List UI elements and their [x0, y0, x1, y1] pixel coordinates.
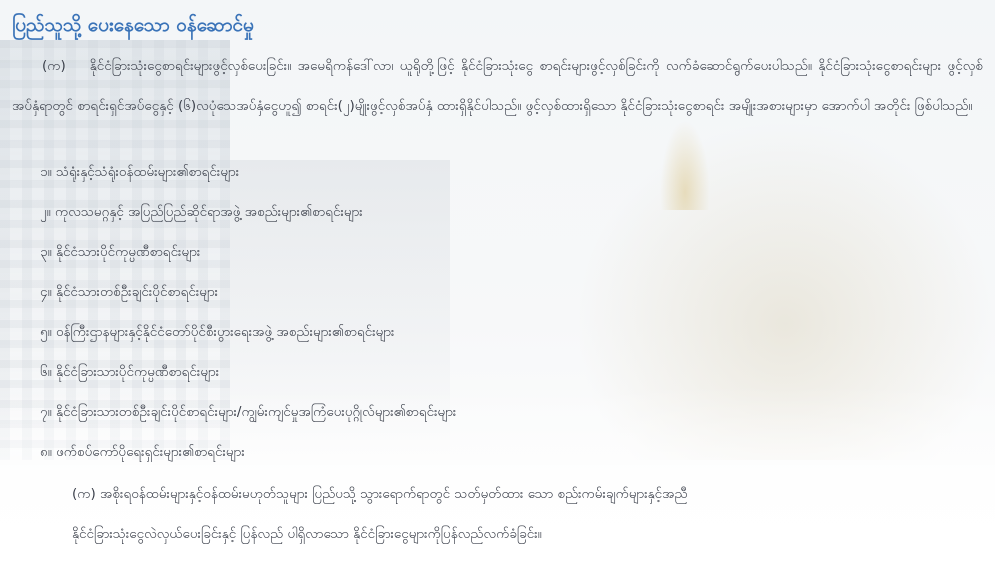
- sub-paragraph-line: နိုင်ငံခြားသုံးငွေလဲလှယ်ပေးခြင်းနှင့် ပြ…: [72, 526, 542, 542]
- list-item: ၁။ သံရုံးနှင့်သံရုံးဝန်ထမ်းများ၏စာရင်းမျ…: [40, 164, 240, 180]
- sub-paragraph: (က) အစိုးရဝန်ထမ်းများနှင့်ဝန်ထမ်းမဟုတ်သူ…: [72, 474, 983, 554]
- list-item: ၄။ နိုင်ငံသားတစ်ဦးချင်းပိုင်စာရင်းများ: [40, 284, 219, 300]
- intro-paragraph: (က) နိုင်ငံခြားသုံးငွေစာရင်းများဖွင့်လှစ်…: [12, 46, 983, 126]
- main-content: ပြည်သူသို့ ပေးနေသော ဝန်ဆောင်မှု (က) နိုင်…: [0, 0, 995, 554]
- list-item: ၃။ နိုင်ငံသားပိုင်ကုမ္ပဏီစာရင်းများ: [40, 244, 201, 260]
- list-item: ၆။ နိုင်ငံခြားသားပိုင်ကုမ္ပဏီစာရင်းများ: [40, 364, 220, 380]
- sub-paragraph-line: (က) အစိုးရဝန်ထမ်းများနှင့်ဝန်ထမ်းမဟုတ်သူ…: [72, 486, 688, 502]
- list-item: ၅။ ဝန်ကြီးဌာနများနှင့်နိုင်ငံတော်ပိုင်စီ…: [40, 324, 395, 340]
- page-title: ပြည်သူသို့ ပေးနေသော ဝန်ဆောင်မှု: [12, 14, 254, 36]
- list-item: ၂။ ကုလသမဂ္ဂနှင့် အပြည်ပြည်ဆိုင်ရာအဖွဲ့ အ…: [40, 204, 363, 220]
- list-item: ၈။ ဖက်စပ်ကော်ပိုရေးရှင်းများ၏စာရင်းများ: [40, 444, 245, 460]
- intro-label: (က): [42, 58, 66, 74]
- intro-text: နိုင်ငံခြားသုံးငွေစာရင်းများဖွင့်လှစ်ပေး…: [12, 58, 983, 114]
- account-types-list: ၁။ သံရုံးနှင့်သံရုံးဝန်ထမ်းများ၏စာရင်းမျ…: [12, 152, 983, 472]
- list-item: ၇။ နိုင်ငံခြားသားတစ်ဦးချင်းပိုင်စာရင်းမျ…: [40, 404, 457, 420]
